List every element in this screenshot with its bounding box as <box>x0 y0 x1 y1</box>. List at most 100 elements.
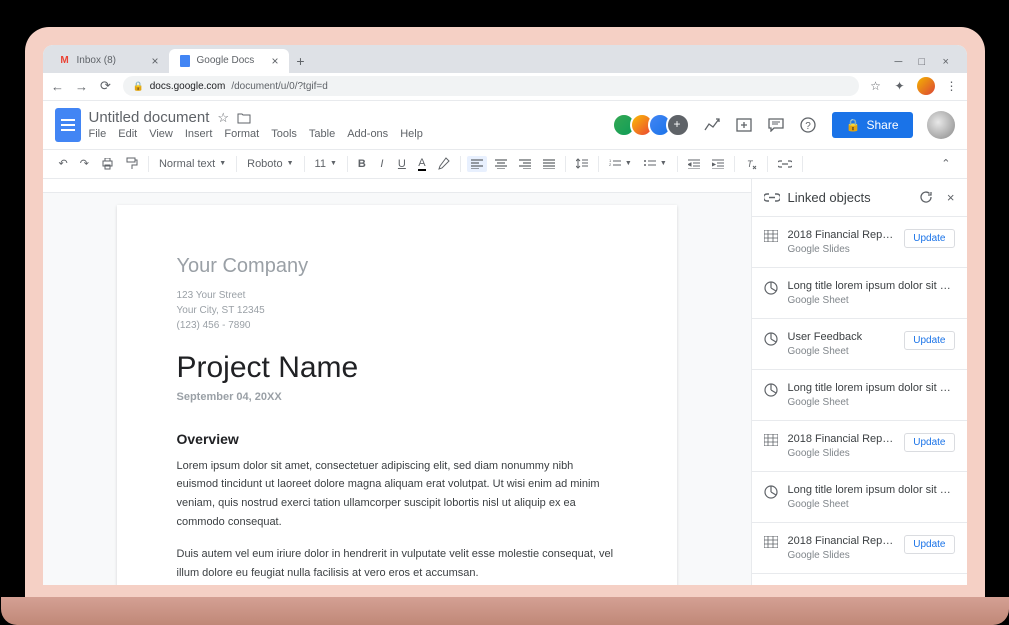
refresh-button[interactable] <box>919 190 933 204</box>
insert-link-button[interactable] <box>774 157 796 171</box>
forward-button[interactable]: → <box>75 79 89 94</box>
url-host: docs.google.com <box>150 81 226 92</box>
paragraph-style-dropdown[interactable]: Normal text▼ <box>155 156 230 172</box>
ruler[interactable] <box>43 179 751 193</box>
move-folder-icon[interactable] <box>237 112 251 124</box>
bulleted-list-dropdown[interactable]: ▼ <box>640 157 671 171</box>
document-title[interactable]: Untitled document <box>89 109 210 126</box>
menu-icon[interactable]: ⋮ <box>945 79 959 93</box>
close-icon[interactable]: × <box>151 54 158 68</box>
close-panel-button[interactable]: × <box>947 190 955 205</box>
numbered-list-dropdown[interactable]: 12 ▼ <box>605 157 636 171</box>
minimize-button[interactable]: ─ <box>895 56 905 66</box>
document-page[interactable]: Your Company 123 Your Street Your City, … <box>117 205 677 585</box>
address-bar[interactable]: 🔒 docs.google.com/document/u/0/?tgif=d <box>123 76 859 96</box>
chart-icon <box>764 383 778 397</box>
align-center-button[interactable] <box>491 156 511 172</box>
project-date[interactable]: September 04, 20XX <box>177 391 617 403</box>
star-icon[interactable]: ☆ <box>217 110 229 126</box>
browser-tab-docs[interactable]: Google Docs × <box>169 49 289 73</box>
new-tab-button[interactable]: + <box>289 49 313 73</box>
browser-toolbar: ← → ⟳ 🔒 docs.google.com/document/u/0/?tg… <box>43 73 967 101</box>
linked-object-item[interactable]: 2018 Financial Report...Google SlidesUpd… <box>752 523 967 574</box>
print-button[interactable] <box>97 155 118 173</box>
update-button[interactable]: Update <box>904 229 954 248</box>
toolbar-expand-button[interactable]: ⌃ <box>937 154 954 173</box>
user-avatar[interactable] <box>927 111 955 139</box>
align-left-button[interactable] <box>467 156 487 172</box>
paint-format-button[interactable] <box>122 154 142 173</box>
linked-objects-list: 2018 Financial ReportGoogle SlidesUpdate… <box>752 217 967 585</box>
reload-button[interactable]: ⟳ <box>99 78 113 94</box>
back-button[interactable]: ← <box>51 79 65 94</box>
maximize-button[interactable]: □ <box>919 56 929 66</box>
avatar-more <box>666 113 690 137</box>
svg-text:T: T <box>747 159 754 169</box>
activity-icon[interactable] <box>704 118 722 132</box>
lock-icon: 🔒 <box>133 81 144 92</box>
underline-button[interactable]: U <box>394 155 410 173</box>
panel-title: Linked objects <box>788 190 905 205</box>
menu-addons[interactable]: Add-ons <box>347 128 388 140</box>
linked-item-source: Google Sheet <box>788 499 955 510</box>
document-canvas[interactable]: Your Company 123 Your Street Your City, … <box>43 179 751 585</box>
menu-edit[interactable]: Edit <box>118 128 137 140</box>
update-button[interactable]: Update <box>904 433 954 452</box>
docs-header: Untitled document ☆ File Edit View Inser… <box>43 101 967 149</box>
menu-help[interactable]: Help <box>400 128 423 140</box>
linked-item-title: Long title lorem ipsum dolor sit a... <box>788 382 955 394</box>
linked-object-item[interactable]: Long title lorem ipsum dolor sit a...Goo… <box>752 472 967 523</box>
line-spacing-dropdown[interactable] <box>572 156 592 171</box>
linked-object-item[interactable]: User FeedbackGoogle SheetUpdate <box>752 319 967 370</box>
collaborator-avatars[interactable] <box>618 113 690 137</box>
text-color-button[interactable]: A <box>414 154 430 174</box>
font-dropdown[interactable]: Roboto▼ <box>243 156 297 172</box>
update-button[interactable]: Update <box>904 331 954 350</box>
comment-icon[interactable] <box>768 118 786 132</box>
italic-button[interactable]: I <box>374 155 390 173</box>
present-icon[interactable] <box>736 118 754 132</box>
linked-item-source: Google Sheet <box>788 295 955 306</box>
linked-object-item[interactable]: 2018 Financial Report...Google SlidesUpd… <box>752 421 967 472</box>
linked-object-item[interactable]: Long title lorem ipsum dolor sit a...Goo… <box>752 370 967 421</box>
menu-table[interactable]: Table <box>309 128 335 140</box>
close-icon[interactable]: × <box>271 54 278 68</box>
body-paragraph[interactable]: Duis autem vel eum iriure dolor in hendr… <box>177 545 617 582</box>
overview-heading[interactable]: Overview <box>177 431 617 447</box>
company-address[interactable]: 123 Your Street Your City, ST 12345 (123… <box>177 288 617 333</box>
menu-insert[interactable]: Insert <box>185 128 213 140</box>
indent-increase-button[interactable] <box>708 156 728 172</box>
project-title[interactable]: Project Name <box>177 351 617 385</box>
undo-button[interactable]: ↶ <box>55 154 72 173</box>
chart-icon <box>764 281 778 295</box>
menu-file[interactable]: File <box>89 128 107 140</box>
tab-label: Inbox (8) <box>77 55 116 66</box>
gmail-icon: M <box>59 55 71 67</box>
linked-object-item[interactable]: Long title lorem ipsum dolor sit a... Goo… <box>752 268 967 319</box>
indent-decrease-button[interactable] <box>684 156 704 172</box>
align-justify-button[interactable] <box>539 156 559 172</box>
menu-view[interactable]: View <box>149 128 173 140</box>
help-icon[interactable]: ? <box>800 117 818 133</box>
bookmark-icon[interactable]: ☆ <box>869 79 883 93</box>
font-size-dropdown[interactable]: 11▼ <box>311 156 341 172</box>
share-button[interactable]: 🔒 Share <box>832 112 913 138</box>
linked-item-title: Long title lorem ipsum dolor sit a... <box>788 280 955 292</box>
body-paragraph[interactable]: Lorem ipsum dolor sit amet, consectetuer… <box>177 457 617 532</box>
align-right-button[interactable] <box>515 156 535 172</box>
browser-tab-gmail[interactable]: M Inbox (8) × <box>49 49 169 73</box>
update-button[interactable]: Update <box>904 535 954 554</box>
highlight-button[interactable] <box>434 154 454 173</box>
linked-item-source: Google Slides <box>788 448 895 459</box>
redo-button[interactable]: ↷ <box>76 154 93 173</box>
clear-formatting-button[interactable]: T <box>741 155 761 173</box>
docs-logo[interactable] <box>55 108 81 142</box>
menu-tools[interactable]: Tools <box>271 128 297 140</box>
close-window-button[interactable]: × <box>943 56 953 66</box>
menu-format[interactable]: Format <box>224 128 259 140</box>
bold-button[interactable]: B <box>354 155 370 173</box>
company-name[interactable]: Your Company <box>177 255 617 278</box>
profile-avatar[interactable] <box>917 77 935 95</box>
extensions-icon[interactable]: ✦ <box>893 79 907 93</box>
linked-object-item[interactable]: 2018 Financial ReportGoogle SlidesUpdate <box>752 217 967 268</box>
